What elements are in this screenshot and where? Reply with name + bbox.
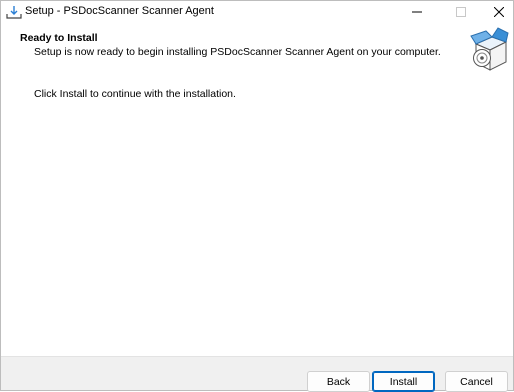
back-button[interactable]: Back bbox=[307, 371, 370, 392]
close-button[interactable] bbox=[480, 1, 514, 23]
setup-window: Setup - PSDocScanner Scanner Agent Ready… bbox=[0, 0, 514, 392]
install-instruction: Click Install to continue with the insta… bbox=[34, 88, 236, 100]
button-bar: Back Install Cancel bbox=[1, 356, 513, 392]
title-bar[interactable]: Setup - PSDocScanner Scanner Agent bbox=[1, 1, 513, 23]
page-title: Ready to Install bbox=[20, 32, 98, 44]
cancel-button[interactable]: Cancel bbox=[445, 371, 508, 392]
window-title: Setup - PSDocScanner Scanner Agent bbox=[25, 5, 214, 17]
maximize-icon bbox=[456, 7, 466, 17]
minimize-icon bbox=[412, 7, 422, 17]
minimize-button[interactable] bbox=[398, 1, 436, 23]
page-subtitle: Setup is now ready to begin installing P… bbox=[34, 46, 441, 58]
install-button[interactable]: Install bbox=[372, 371, 435, 392]
box-with-disc-icon bbox=[468, 26, 510, 74]
maximize-button[interactable] bbox=[442, 1, 480, 23]
setup-download-icon bbox=[6, 4, 22, 20]
wizard-header: Ready to Install Setup is now ready to b… bbox=[1, 23, 513, 84]
close-icon bbox=[494, 7, 504, 17]
